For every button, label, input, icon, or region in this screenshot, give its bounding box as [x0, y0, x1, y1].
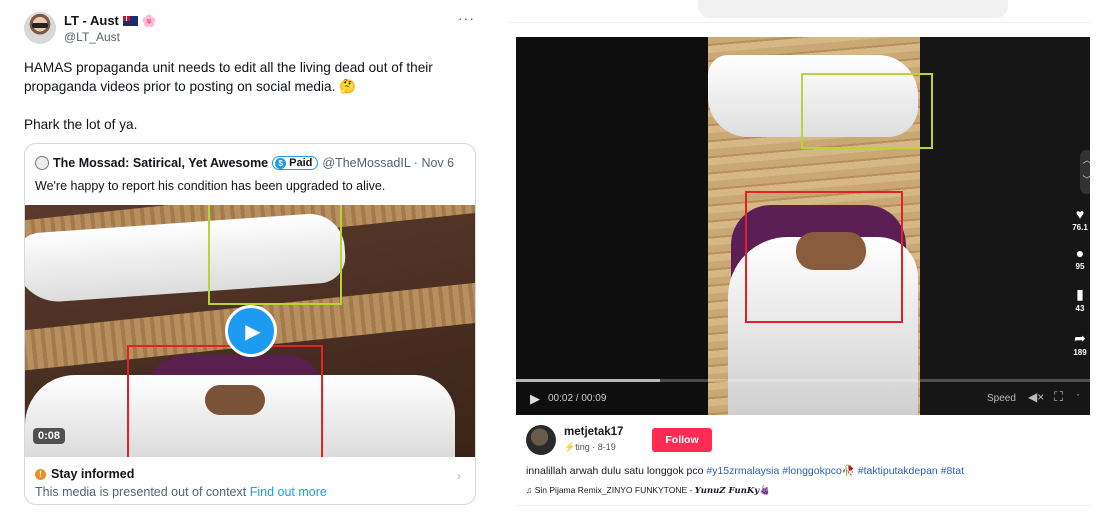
divider [508, 22, 1090, 23]
share-action[interactable]: ➦ 189 [1068, 330, 1092, 357]
video-letterbox-left [516, 37, 708, 415]
author-name-row[interactable]: LT - Aust 🌸 [64, 13, 157, 28]
video-progress-fill [516, 379, 660, 382]
video-progress-bar[interactable] [516, 379, 1090, 382]
green-highlight-box [208, 205, 342, 305]
share-count: 189 [1073, 348, 1087, 357]
chevron-right-icon[interactable]: › [457, 468, 461, 483]
fullscreen-icon[interactable]: ⛶ [1054, 389, 1063, 405]
play-icon[interactable]: ▶ [530, 391, 540, 407]
stay-informed-notice[interactable]: ! Stay informed [35, 467, 134, 481]
tiktok-post: ︿ ﹀ ▶ 00:02 / 00:09 Speed ◀× ⛶ · ♥ 76.1 … [500, 0, 1100, 517]
caption-text: innalillah arwah dulu satu longgok pco [526, 465, 707, 477]
tweet-text-line2: Phark the lot of ya. [24, 117, 138, 132]
music-artist[interactable]: 𝒀𝒖𝒏𝒖𝒁 𝑭𝒖𝒏𝑲𝒚🍇 [695, 486, 770, 496]
author-name[interactable]: LT - Aust [64, 13, 119, 28]
creator-avatar[interactable] [526, 425, 556, 455]
share-icon[interactable]: ➦ [1068, 330, 1092, 347]
comment-action[interactable]: ● 95 [1068, 245, 1092, 271]
more-icon[interactable]: · [1076, 387, 1080, 401]
red-highlight-box [745, 191, 903, 323]
video-letterbox-right [920, 37, 1090, 415]
red-highlight-box [127, 345, 323, 457]
chevron-down-icon[interactable]: ﹀ [1080, 170, 1090, 190]
search-bar[interactable] [698, 0, 1008, 18]
more-options-icon[interactable]: ··· [458, 10, 475, 26]
music-credit[interactable]: ♫ Sin Pijama Remix_ZINYO FUNKYTONE - 𝒀𝒖𝒏… [526, 485, 770, 496]
play-icon[interactable]: ▶ [225, 305, 277, 357]
paid-badge: $ Paid [272, 156, 319, 170]
quoted-text: We're happy to report his condition has … [35, 179, 386, 193]
video-player[interactable]: ︿ ﹀ ▶ 00:02 / 00:09 Speed ◀× ⛶ · [516, 37, 1090, 415]
mute-icon[interactable]: ◀× [1028, 390, 1044, 404]
creator-username[interactable]: metjetak17 [564, 426, 623, 438]
green-highlight-box [801, 73, 933, 149]
creator-subline: ⚡ting · 8-19 [564, 442, 616, 452]
speed-button[interactable]: Speed [987, 393, 1016, 404]
follow-button[interactable]: Follow [652, 428, 712, 452]
heart-icon[interactable]: ♥ [1068, 206, 1092, 222]
notice-text: This media is presented out of context [35, 485, 247, 499]
comment-count: 95 [1075, 262, 1085, 271]
notice-title: Stay informed [51, 467, 135, 481]
save-action[interactable]: ▮ 43 [1068, 286, 1092, 313]
video-caption: innalillah arwah dulu satu longgok pco #… [526, 464, 964, 477]
quoted-meta: @TheMossadIL · Nov 6 [322, 156, 455, 170]
author-handle[interactable]: @LT_Aust [64, 30, 120, 44]
dollar-icon: $ [275, 157, 287, 169]
comment-icon[interactable]: ● [1068, 245, 1092, 261]
music-title[interactable]: ♫ Sin Pijama Remix_ZINYO FUNKYTONE - [526, 485, 695, 495]
paid-label: Paid [289, 157, 313, 169]
australia-flag-icon [122, 15, 138, 26]
find-out-more-link[interactable]: Find out more [250, 485, 327, 499]
video-duration: 0:08 [33, 428, 66, 444]
quoted-video[interactable]: ▶ 0:08 [25, 205, 475, 457]
chevron-up-icon[interactable]: ︿ [1080, 150, 1090, 170]
divider [516, 505, 1090, 506]
quoted-tweet[interactable]: The Mossad: Satirical, Yet Awesome $ Pai… [24, 143, 476, 505]
save-count: 43 [1075, 304, 1085, 313]
quoted-author-avatar[interactable] [35, 156, 49, 170]
bookmark-icon[interactable]: ▮ [1068, 286, 1092, 303]
tweet-text: HAMAS propaganda unit needs to edit all … [24, 60, 433, 94]
tweet-card: LT - Aust 🌸 @LT_Aust ··· HAMAS propagand… [0, 0, 490, 517]
author-avatar[interactable] [24, 12, 56, 44]
quoted-author-name[interactable]: The Mossad: Satirical, Yet Awesome [53, 156, 268, 170]
like-count: 76.1 [1072, 223, 1088, 232]
flower-emoji: 🌸 [141, 13, 157, 28]
notice-text-row: This media is presented out of context F… [35, 485, 327, 499]
video-time: 00:02 / 00:09 [548, 393, 607, 404]
warning-icon: ! [35, 468, 46, 480]
quoted-tweet-header: The Mossad: Satirical, Yet Awesome $ Pai… [35, 156, 454, 170]
video-nav-arrows[interactable]: ︿ ﹀ [1080, 150, 1090, 194]
caption-hashtags[interactable]: #y15zrmalaysia #longgokpco🥀 #taktiputakd… [706, 465, 964, 477]
like-action[interactable]: ♥ 76.1 [1068, 206, 1092, 232]
